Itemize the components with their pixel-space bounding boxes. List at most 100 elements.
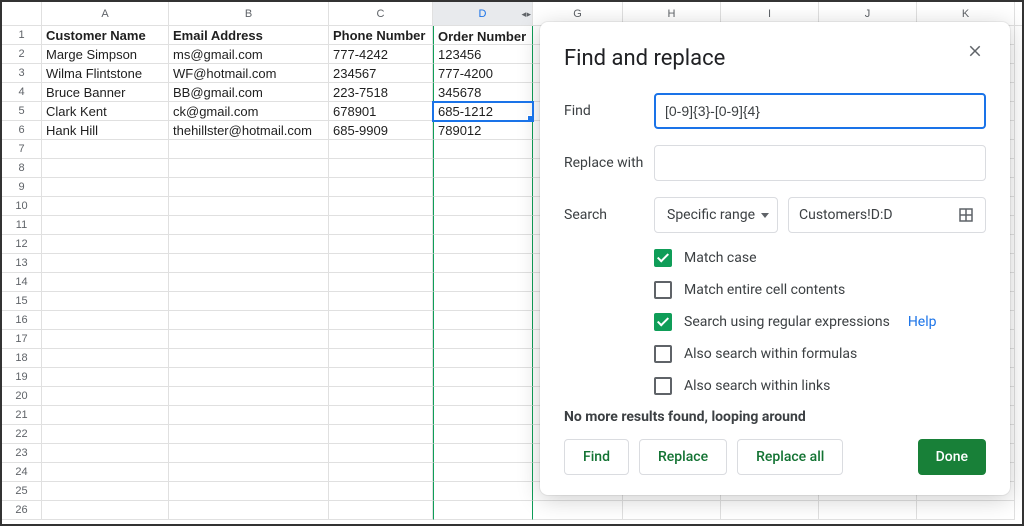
- cell-D2[interactable]: 123456: [433, 45, 533, 64]
- row-number[interactable]: 4: [2, 83, 42, 102]
- cell-A20[interactable]: [42, 387, 169, 406]
- cell-B3[interactable]: WF@hotmail.com: [169, 64, 329, 83]
- cell-H26[interactable]: [623, 501, 721, 520]
- replace-all-button[interactable]: Replace all: [737, 439, 843, 475]
- cell-C20[interactable]: [329, 387, 433, 406]
- cell-A11[interactable]: [42, 216, 169, 235]
- row-number[interactable]: 15: [2, 292, 42, 311]
- find-input[interactable]: [654, 93, 986, 129]
- cell-A3[interactable]: Wilma Flintstone: [42, 64, 169, 83]
- cell-B7[interactable]: [169, 140, 329, 159]
- cell-C10[interactable]: [329, 197, 433, 216]
- cell-C17[interactable]: [329, 330, 433, 349]
- cell-C19[interactable]: [329, 368, 433, 387]
- select-all-corner[interactable]: [2, 2, 42, 25]
- cell-B16[interactable]: [169, 311, 329, 330]
- cell-C11[interactable]: [329, 216, 433, 235]
- row-number[interactable]: 5: [2, 102, 42, 121]
- row-number[interactable]: 11: [2, 216, 42, 235]
- match-entire-checkbox[interactable]: [654, 281, 672, 299]
- help-link[interactable]: Help: [908, 314, 937, 330]
- cell-C6[interactable]: 685-9909: [329, 121, 433, 140]
- replace-input[interactable]: [654, 145, 986, 181]
- row-number[interactable]: 9: [2, 178, 42, 197]
- cell-C26[interactable]: [329, 501, 433, 520]
- row-number[interactable]: 25: [2, 482, 42, 501]
- cell-B24[interactable]: [169, 463, 329, 482]
- row-number[interactable]: 24: [2, 463, 42, 482]
- cell-A25[interactable]: [42, 482, 169, 501]
- links-checkbox[interactable]: [654, 377, 672, 395]
- cell-A1[interactable]: Customer Name: [42, 26, 169, 45]
- cell-B26[interactable]: [169, 501, 329, 520]
- cell-C22[interactable]: [329, 425, 433, 444]
- row-number[interactable]: 21: [2, 406, 42, 425]
- row-number[interactable]: 16: [2, 311, 42, 330]
- cell-D7[interactable]: [433, 140, 533, 159]
- cell-A16[interactable]: [42, 311, 169, 330]
- cell-D18[interactable]: [433, 349, 533, 368]
- cell-B14[interactable]: [169, 273, 329, 292]
- cell-A9[interactable]: [42, 178, 169, 197]
- cell-D4[interactable]: 345678: [433, 83, 533, 102]
- cell-D1[interactable]: Order Number: [433, 26, 533, 45]
- cell-C4[interactable]: 223-7518: [329, 83, 433, 102]
- cell-D10[interactable]: [433, 197, 533, 216]
- cell-C13[interactable]: [329, 254, 433, 273]
- cell-C23[interactable]: [329, 444, 433, 463]
- cell-A18[interactable]: [42, 349, 169, 368]
- cell-I26[interactable]: [721, 501, 819, 520]
- cell-B10[interactable]: [169, 197, 329, 216]
- cell-C2[interactable]: 777-4242: [329, 45, 433, 64]
- cell-B4[interactable]: BB@gmail.com: [169, 83, 329, 102]
- cell-A10[interactable]: [42, 197, 169, 216]
- cell-A19[interactable]: [42, 368, 169, 387]
- hidden-columns-indicator[interactable]: ◂ ▸: [521, 2, 530, 26]
- cell-B1[interactable]: Email Address: [169, 26, 329, 45]
- cell-K26[interactable]: [917, 501, 1015, 520]
- row-number[interactable]: 20: [2, 387, 42, 406]
- cell-D5[interactable]: 685-1212: [433, 102, 533, 121]
- row-number[interactable]: 2: [2, 45, 42, 64]
- cell-D20[interactable]: [433, 387, 533, 406]
- cell-B13[interactable]: [169, 254, 329, 273]
- regex-checkbox[interactable]: [654, 313, 672, 331]
- done-button[interactable]: Done: [918, 439, 986, 475]
- close-icon[interactable]: [966, 42, 990, 66]
- cell-A24[interactable]: [42, 463, 169, 482]
- cell-A6[interactable]: Hank Hill: [42, 121, 169, 140]
- cell-J26[interactable]: [819, 501, 917, 520]
- row-number[interactable]: 22: [2, 425, 42, 444]
- row-number[interactable]: 18: [2, 349, 42, 368]
- cell-C9[interactable]: [329, 178, 433, 197]
- cell-A13[interactable]: [42, 254, 169, 273]
- cell-D9[interactable]: [433, 178, 533, 197]
- row-number[interactable]: 14: [2, 273, 42, 292]
- row-number[interactable]: 19: [2, 368, 42, 387]
- row-number[interactable]: 23: [2, 444, 42, 463]
- cell-C16[interactable]: [329, 311, 433, 330]
- cell-A21[interactable]: [42, 406, 169, 425]
- cell-D11[interactable]: [433, 216, 533, 235]
- cell-C12[interactable]: [329, 235, 433, 254]
- cell-A22[interactable]: [42, 425, 169, 444]
- cell-A4[interactable]: Bruce Banner: [42, 83, 169, 102]
- formulas-checkbox[interactable]: [654, 345, 672, 363]
- cell-C21[interactable]: [329, 406, 433, 425]
- cell-C3[interactable]: 234567: [329, 64, 433, 83]
- cell-B15[interactable]: [169, 292, 329, 311]
- cell-B9[interactable]: [169, 178, 329, 197]
- cell-D3[interactable]: 777-4200: [433, 64, 533, 83]
- cell-C18[interactable]: [329, 349, 433, 368]
- cell-C14[interactable]: [329, 273, 433, 292]
- col-head-A[interactable]: A: [42, 2, 169, 25]
- cell-B25[interactable]: [169, 482, 329, 501]
- cell-A14[interactable]: [42, 273, 169, 292]
- cell-A7[interactable]: [42, 140, 169, 159]
- cell-B22[interactable]: [169, 425, 329, 444]
- cell-B12[interactable]: [169, 235, 329, 254]
- cell-B19[interactable]: [169, 368, 329, 387]
- cell-A23[interactable]: [42, 444, 169, 463]
- replace-button[interactable]: Replace: [639, 439, 727, 475]
- row-number[interactable]: 13: [2, 254, 42, 273]
